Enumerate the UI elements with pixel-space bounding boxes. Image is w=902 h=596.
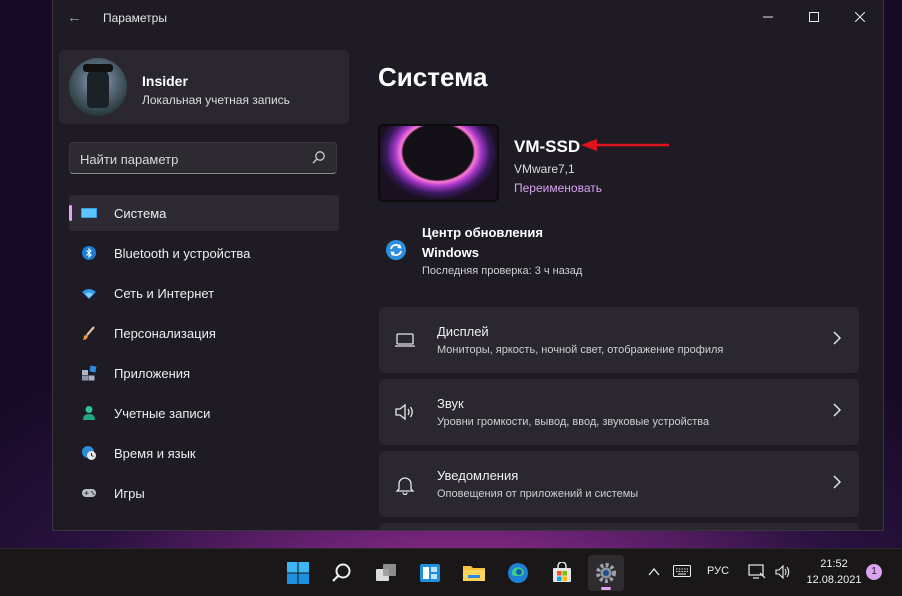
card-subtitle: Мониторы, яркость, ночной свет, отображе… xyxy=(437,344,724,356)
device-model: VMware7,1 xyxy=(514,162,575,176)
brush-icon xyxy=(83,326,95,340)
store-button[interactable] xyxy=(544,555,580,591)
widgets-icon xyxy=(420,564,440,582)
active-indicator xyxy=(69,205,72,221)
edge-browser-button[interactable] xyxy=(500,555,536,591)
page-title: Система xyxy=(378,62,488,92)
folder-icon xyxy=(463,566,485,581)
desktop-wallpaper-thumbnail[interactable] xyxy=(378,124,499,202)
settings-taskbar-button[interactable] xyxy=(588,555,624,591)
sidebar-item-apps[interactable]: Приложения xyxy=(69,355,339,391)
sidebar-item-label: Система xyxy=(114,206,167,221)
sidebar-item-label: Персонализация xyxy=(114,326,216,341)
settings-window: ← Параметры Insider Локальная учетная за… xyxy=(52,0,884,531)
bluetooth-icon xyxy=(82,246,96,260)
device-name: VM-SSD xyxy=(514,137,581,156)
card-title: Звук xyxy=(437,396,464,411)
search-box[interactable] xyxy=(69,142,337,174)
person-icon xyxy=(83,406,95,420)
clock-date: 12.08.2021 xyxy=(806,574,862,586)
sidebar-item-system[interactable]: Система xyxy=(69,195,339,231)
chevron-right-icon xyxy=(833,475,841,489)
sidebar-item-label: Сеть и Интернет xyxy=(114,286,215,301)
sidebar-item-personalization[interactable]: Персонализация xyxy=(69,315,339,351)
profile-account-type: Локальная учетная запись xyxy=(142,93,290,107)
profile-name: Insider xyxy=(142,73,188,89)
notifications-settings-card[interactable]: Уведомления Оповещения от приложений и с… xyxy=(379,451,859,517)
globe-clock-icon xyxy=(82,446,96,460)
window-title: Параметры xyxy=(103,11,167,25)
sidebar-item-accounts[interactable]: Учетные записи xyxy=(69,395,339,431)
sidebar-item-label: Время и язык xyxy=(114,446,196,461)
sidebar-item-network[interactable]: Сеть и Интернет xyxy=(69,275,339,311)
wifi-icon xyxy=(82,289,96,299)
sidebar-item-time-language[interactable]: Время и язык xyxy=(69,435,339,471)
chevron-right-icon xyxy=(833,403,841,417)
sidebar-item-label: Учетные записи xyxy=(114,406,211,421)
search-input[interactable] xyxy=(80,149,300,169)
card-subtitle: Уровни громкости, вывод, ввод, звуковые … xyxy=(437,416,710,428)
gear-icon xyxy=(596,563,616,583)
card-subtitle: Оповещения от приложений и системы xyxy=(437,488,639,500)
windows-update-icon[interactable] xyxy=(385,239,407,261)
speaker-icon xyxy=(395,403,413,421)
taskbar: РУС xyxy=(0,548,902,596)
sidebar-item-label: Bluetooth и устройства xyxy=(114,246,251,261)
back-arrow-icon[interactable]: ← xyxy=(67,9,82,26)
language-indicator[interactable]: РУС xyxy=(707,565,729,577)
system-icon xyxy=(81,208,97,218)
profile-card[interactable]: Insider Локальная учетная запись xyxy=(59,50,349,124)
avatar[interactable] xyxy=(69,58,127,116)
main-content: Система VM-SSD VMware7,1 Переименовать Ц… xyxy=(375,0,883,530)
windows-logo-icon xyxy=(287,562,309,584)
task-view-button[interactable] xyxy=(368,555,404,591)
red-arrow-annotation xyxy=(581,139,669,151)
sidebar-item-label: Игры xyxy=(114,486,145,501)
edge-icon xyxy=(508,563,528,583)
store-icon xyxy=(553,562,571,582)
display-settings-card[interactable]: Дисплей Мониторы, яркость, ночной свет, … xyxy=(379,307,859,373)
search-taskbar-button[interactable] xyxy=(324,555,360,591)
search-icon xyxy=(332,563,351,582)
card-title: Дисплей xyxy=(437,324,489,339)
apps-icon xyxy=(82,365,97,381)
sidebar-item-gaming[interactable]: Игры xyxy=(69,475,339,511)
sidebar-nav: Система Bluetooth и устройства Сеть и Ин… xyxy=(69,195,339,515)
monitor-icon xyxy=(395,333,415,347)
file-explorer-button[interactable] xyxy=(456,555,492,591)
rename-link[interactable]: Переименовать xyxy=(514,181,602,195)
sidebar-item-label: Приложения xyxy=(114,366,191,381)
task-view-icon xyxy=(376,564,396,581)
widgets-button[interactable] xyxy=(412,555,448,591)
gamepad-icon xyxy=(82,489,96,497)
sound-settings-card[interactable]: Звук Уровни громкости, вывод, ввод, звук… xyxy=(379,379,859,445)
windows-update-title[interactable]: Центр обновления Windows xyxy=(422,223,572,263)
network-icon[interactable] xyxy=(748,564,766,580)
next-settings-card[interactable] xyxy=(379,523,859,530)
volume-icon[interactable] xyxy=(775,565,791,579)
card-title: Уведомления xyxy=(437,468,519,483)
running-indicator xyxy=(601,587,611,590)
system-clock[interactable]: 21:52 12.08.2021 xyxy=(806,556,862,588)
keyboard-icon[interactable] xyxy=(673,565,691,577)
start-button[interactable] xyxy=(280,555,316,591)
search-icon[interactable] xyxy=(312,150,326,164)
notification-badge[interactable]: 1 xyxy=(866,564,882,580)
sidebar-item-bluetooth[interactable]: Bluetooth и устройства xyxy=(69,235,339,271)
chevron-right-icon xyxy=(833,331,841,345)
windows-update-status: Последняя проверка: 3 ч назад xyxy=(422,265,583,277)
bell-icon xyxy=(395,477,415,495)
chevron-up-icon[interactable] xyxy=(648,567,660,577)
clock-time: 21:52 xyxy=(820,558,848,570)
